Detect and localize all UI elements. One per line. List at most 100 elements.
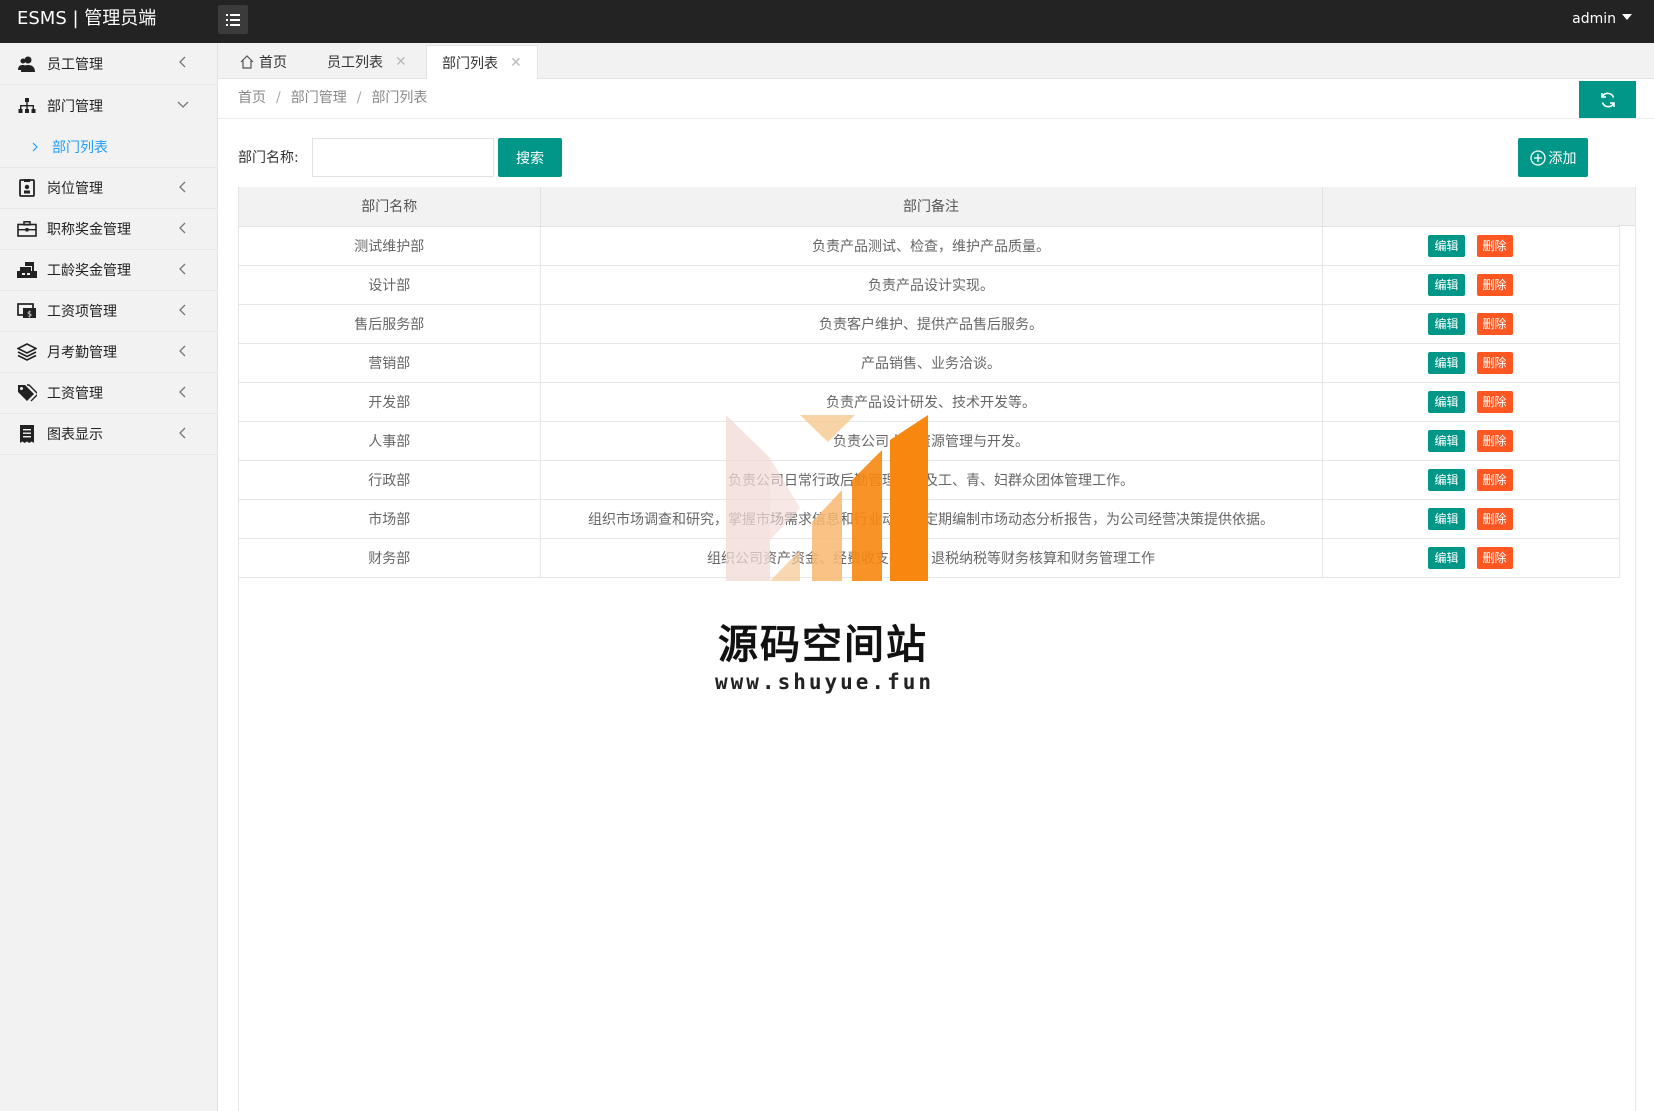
cell-actions: 编辑 删除 [1322, 304, 1620, 344]
sidebar-item-seniority-bonus[interactable]: 工龄奖金管理 [0, 250, 217, 291]
watermark-title: 源码空间站 [718, 622, 928, 668]
edit-button[interactable]: 编辑 [1428, 390, 1465, 413]
close-icon[interactable]: ✕ [510, 55, 522, 71]
delete-button[interactable]: 删除 [1476, 429, 1513, 452]
edit-button[interactable]: 编辑 [1428, 351, 1465, 374]
delete-button[interactable]: 删除 [1476, 546, 1513, 569]
search-button[interactable]: 搜索 [498, 138, 562, 177]
svg-text:$: $ [27, 310, 32, 319]
breadcrumb-item: 部门列表 [371, 90, 428, 106]
cell-department-note: 负责产品设计实现。 [540, 265, 1323, 305]
user-menu[interactable]: admin [1572, 0, 1632, 43]
sidebar-item-department[interactable]: 部门管理 [0, 85, 217, 126]
sidebar-item-salary[interactable]: 工资管理 [0, 373, 217, 414]
column-header[interactable]: 部门名称 [239, 187, 541, 227]
tab-label: 首页 [259, 55, 287, 71]
cell-actions: 编辑 删除 [1322, 499, 1620, 539]
cell-actions: 编辑 删除 [1322, 226, 1620, 266]
sidebar-item-title-bonus[interactable]: 职称奖金管理 [0, 209, 217, 250]
edit-button[interactable]: 编辑 [1428, 312, 1465, 335]
cash-register-icon [17, 260, 37, 280]
delete-button[interactable]: 删除 [1476, 273, 1513, 296]
edit-button[interactable]: 编辑 [1428, 234, 1465, 257]
refresh-icon [1600, 92, 1615, 107]
delete-button[interactable]: 删除 [1476, 312, 1513, 335]
sidebar-item-label: 岗位管理 [47, 181, 103, 197]
cell-department-note: 负责产品设计研发、技术开发等。 [540, 382, 1323, 422]
edit-button[interactable]: 编辑 [1428, 273, 1465, 296]
breadcrumb-bar: 首页 / 部门管理 / 部门列表 [218, 79, 1654, 119]
cell-department-note: 组织公司资产资金、经费收支往来、退税纳税等财务核算和财务管理工作 [540, 538, 1323, 578]
sidebar-item-label: 部门管理 [47, 98, 103, 115]
cell-department-name: 设计部 [239, 265, 541, 305]
breadcrumb-item[interactable]: 部门管理 [291, 90, 347, 106]
delete-button[interactable]: 删除 [1476, 468, 1513, 491]
cell-actions: 编辑 删除 [1322, 382, 1620, 422]
layers-icon [17, 342, 37, 362]
chevron-left-icon [179, 386, 186, 398]
breadcrumb-separator: / [356, 90, 362, 106]
sidebar-item-position[interactable]: 岗位管理 [0, 168, 217, 209]
table-header-row: 部门名称 部门备注 [239, 187, 1620, 227]
badge-icon [17, 178, 37, 198]
edit-button[interactable]: 编辑 [1428, 468, 1465, 491]
cell-department-name: 开发部 [239, 382, 541, 422]
sidebar-item-employee[interactable]: 员工管理 [0, 43, 217, 85]
chevron-left-icon [179, 56, 186, 68]
department-table: 部门名称 部门备注 测试维护部 负责产品测试、检查，维护产品质量。 编辑 删除 设计部负… [238, 187, 1636, 1111]
cell-department-name: 人事部 [239, 421, 541, 461]
cell-department-note: 负责公司日常行政后勤管理、以及工、青、妇群众团体管理工作。 [540, 460, 1323, 500]
cell-department-name: 财务部 [239, 538, 541, 578]
column-header [1322, 187, 1620, 227]
user-name: admin [1572, 11, 1616, 27]
chevron-left-icon [179, 427, 186, 439]
list-icon [226, 13, 240, 26]
tab-label: 部门列表 [442, 56, 498, 72]
table-row: 测试维护部 负责产品测试、检查，维护产品质量。 编辑 删除 [239, 226, 1620, 266]
cell-department-note: 负责产品测试、检查，维护产品质量。 [540, 226, 1323, 266]
edit-button[interactable]: 编辑 [1428, 546, 1465, 569]
edit-button[interactable]: 编辑 [1428, 507, 1465, 530]
delete-button[interactable]: 删除 [1476, 351, 1513, 374]
sidebar-item-label: 月考勤管理 [47, 345, 117, 361]
close-icon[interactable]: ✕ [395, 54, 407, 70]
tags-icon [17, 383, 37, 403]
menu-toggle-button[interactable] [218, 5, 248, 34]
tab-department-list[interactable]: 部门列表 ✕ [426, 45, 538, 80]
home-icon [240, 55, 254, 69]
cell-department-name: 营销部 [239, 343, 541, 383]
sidebar-subitem-department-list[interactable]: 部门列表 [0, 126, 217, 168]
sidebar-item-label: 员工管理 [47, 56, 103, 73]
cell-department-name: 售后服务部 [239, 304, 541, 344]
table-body: 测试维护部 负责产品测试、检查，维护产品质量。 编辑 删除 设计部 负责产品设计实现。 编辑… [239, 226, 1620, 578]
tab-home[interactable]: 首页 [240, 45, 287, 79]
delete-button[interactable]: 删除 [1476, 234, 1513, 257]
chevron-left-icon [179, 222, 186, 234]
cell-department-note: 负责公司人力资源管理与开发。 [540, 421, 1323, 461]
sidebar-item-label: 工资管理 [47, 386, 103, 402]
chevron-left-icon [179, 181, 186, 193]
breadcrumb-separator: / [276, 90, 281, 106]
sidebar-item-salary-item[interactable]: $ 工资项管理 [0, 291, 217, 332]
app-title: ESMS | 管理员端 [17, 8, 157, 29]
tab-employee-list[interactable]: 员工列表 ✕ [327, 45, 407, 79]
add-button[interactable]: 添加 [1518, 138, 1588, 177]
table-row: 开发部 负责产品设计研发、技术开发等。 编辑 删除 [239, 382, 1620, 422]
breadcrumb-item[interactable]: 首页 [238, 90, 266, 106]
cell-actions: 编辑 删除 [1322, 343, 1620, 383]
table-row: 售后服务部 负责客户维护、提供产品售后服务。 编辑 删除 [239, 304, 1620, 344]
department-name-input[interactable] [312, 138, 494, 177]
cell-department-note: 产品销售、业务洽谈。 [540, 343, 1323, 383]
cell-department-name: 测试维护部 [239, 226, 541, 266]
sidebar-item-charts[interactable]: 图表显示 [0, 414, 217, 455]
delete-button[interactable]: 删除 [1476, 507, 1513, 530]
refresh-button[interactable] [1579, 81, 1636, 118]
column-header[interactable]: 部门备注 [540, 187, 1323, 227]
delete-button[interactable]: 删除 [1476, 390, 1513, 413]
users-icon [17, 54, 37, 74]
watermark-url: www.shuyue.fun [715, 670, 935, 694]
edit-button[interactable]: 编辑 [1428, 429, 1465, 452]
sidebar-subitem-label: 部门列表 [52, 139, 108, 156]
table-row: 设计部 负责产品设计实现。 编辑 删除 [239, 265, 1620, 305]
sidebar-item-attendance[interactable]: 月考勤管理 [0, 332, 217, 373]
